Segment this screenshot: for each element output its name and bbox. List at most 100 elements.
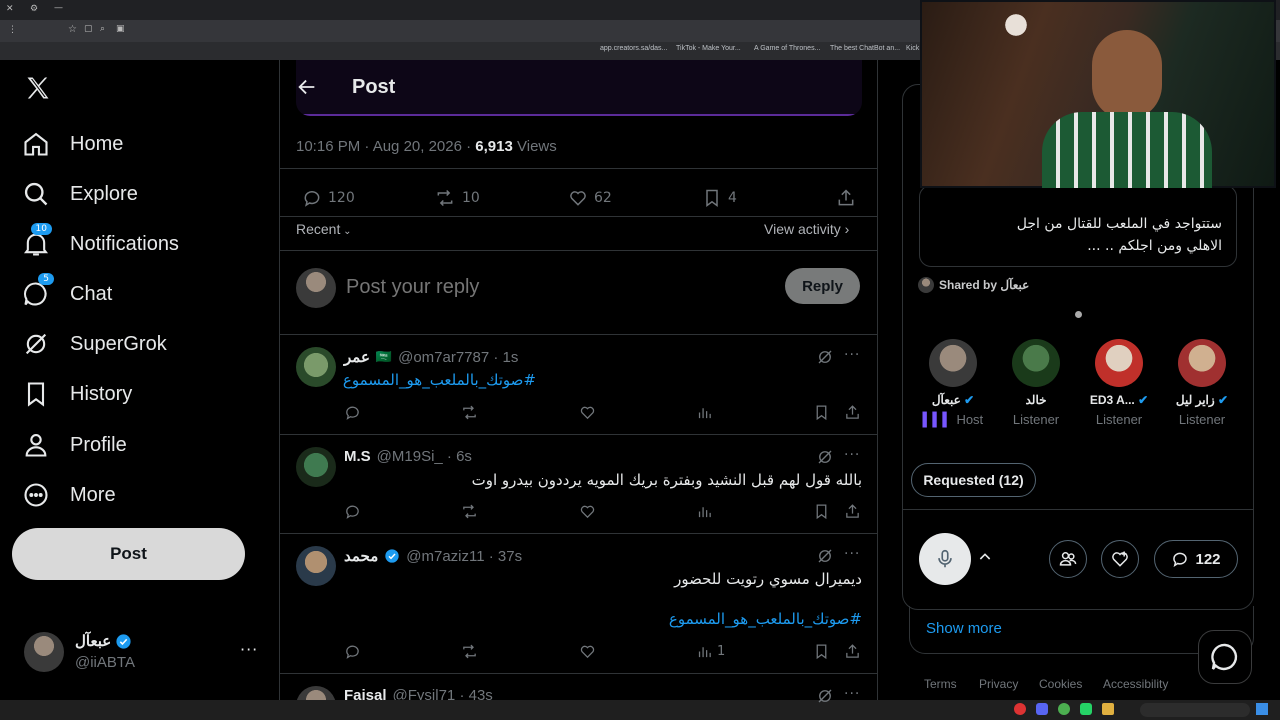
- extension-icon[interactable]: ▣: [116, 24, 125, 34]
- grok-chat-button[interactable]: [1198, 630, 1252, 684]
- share-icon[interactable]: [844, 643, 861, 660]
- repost-icon[interactable]: [461, 643, 478, 660]
- bookmark-item[interactable]: Kick: [906, 45, 919, 52]
- nav-home[interactable]: Home: [22, 124, 123, 164]
- bookmark-stat-button[interactable]: 4: [702, 188, 737, 208]
- analytics-icon[interactable]: [696, 404, 713, 421]
- footer-link-privacy[interactable]: Privacy: [979, 677, 1018, 691]
- view-activity-link[interactable]: View activity ›: [764, 221, 849, 237]
- more-dots-icon[interactable]: ···: [844, 447, 860, 463]
- react-button[interactable]: [1101, 540, 1139, 578]
- repost-icon[interactable]: [461, 404, 478, 421]
- app-icon[interactable]: [1036, 703, 1048, 715]
- reply-icon[interactable]: [344, 643, 361, 660]
- avatar: [24, 632, 64, 672]
- app-icon[interactable]: [1058, 703, 1070, 715]
- reply-author-name: محمد: [344, 548, 379, 565]
- speaker-name: عبعآل: [931, 393, 961, 407]
- bookmark-item[interactable]: TikTok - Make Your...: [676, 45, 741, 52]
- bookmark-icon[interactable]: [813, 503, 830, 520]
- table-row[interactable]: Faisal @Fysil71 · 43s: [280, 674, 877, 700]
- microphone-button[interactable]: [919, 533, 971, 585]
- people-button[interactable]: [1049, 540, 1087, 578]
- share-icon[interactable]: [844, 404, 861, 421]
- pinned-post-card[interactable]: ستتواجد في الملعب للقتال من اجل الاهلي و…: [919, 185, 1237, 267]
- close-tab-icon[interactable]: ✕: [6, 4, 14, 14]
- nav-notifications[interactable]: 10 Notifications: [22, 223, 179, 264]
- bookmark-item[interactable]: app.creators.sa/das...: [600, 45, 667, 52]
- nav-profile[interactable]: Profile: [22, 425, 127, 465]
- flag-icon: 🇸🇦: [375, 349, 393, 365]
- speaker-host[interactable]: عبعآل ✔ ▍▍▍ Host: [913, 339, 993, 428]
- analytics-icon[interactable]: [696, 643, 713, 660]
- heart-icon[interactable]: [579, 404, 596, 421]
- page-title: Post: [352, 76, 396, 98]
- app-icon[interactable]: [1014, 703, 1026, 715]
- like-stat-button[interactable]: 62: [568, 188, 612, 208]
- bookmark-icon[interactable]: [813, 404, 830, 421]
- tab-icon[interactable]: ▢: [84, 24, 93, 34]
- share-button[interactable]: [836, 188, 856, 208]
- menu-dots-icon[interactable]: ⋮: [8, 25, 17, 35]
- reply-icon[interactable]: [344, 404, 361, 421]
- taskbar-search[interactable]: [1140, 703, 1250, 717]
- comments-button[interactable]: 122: [1154, 540, 1238, 578]
- sort-dropdown[interactable]: Recent ⌄: [296, 221, 352, 237]
- reply-text[interactable]: #صوتك_بالملعب_هو_المسموع: [343, 371, 536, 389]
- repost-icon[interactable]: [461, 503, 478, 520]
- grok-icon: [22, 330, 50, 358]
- app-icon[interactable]: [1080, 703, 1092, 715]
- share-icon[interactable]: [844, 503, 861, 520]
- avatar: [296, 347, 336, 387]
- more-dots-icon[interactable]: ···: [844, 686, 860, 702]
- grok-icon[interactable]: [816, 448, 834, 466]
- footer-link-terms[interactable]: Terms: [924, 677, 957, 691]
- bookmark-item[interactable]: A Game of Thrones...: [754, 45, 820, 52]
- heart-icon[interactable]: [579, 503, 596, 520]
- chevron-up-icon[interactable]: [977, 549, 993, 565]
- like-count: 62: [594, 190, 612, 206]
- nav-chat[interactable]: 5 Chat: [22, 273, 112, 314]
- speaker-listener[interactable]: ED3 A... ✔ Listener: [1079, 339, 1159, 427]
- show-more-link[interactable]: Show more: [926, 620, 1002, 637]
- star-icon[interactable]: ☆: [68, 24, 77, 35]
- share-icon: [838, 189, 854, 206]
- microphone-icon: [938, 549, 952, 568]
- speaker-listener[interactable]: خالد Listener: [996, 339, 1076, 427]
- settings-icon[interactable]: ⚙: [30, 4, 38, 14]
- post-button[interactable]: Post: [12, 528, 245, 580]
- repost-stat-button[interactable]: 10: [434, 188, 480, 208]
- nav-more[interactable]: More: [22, 475, 116, 515]
- analytics-icon[interactable]: [696, 503, 713, 520]
- reply-stat-button[interactable]: 120: [302, 188, 355, 208]
- bookmark-icon[interactable]: [813, 643, 830, 660]
- more-dots-icon[interactable]: ···: [844, 347, 860, 363]
- windows-icon[interactable]: [1256, 703, 1268, 715]
- minimize-icon[interactable]: —: [54, 3, 63, 13]
- account-handle: @iiABTA: [75, 654, 135, 671]
- app-icon[interactable]: [1102, 703, 1114, 715]
- account-switcher[interactable]: عبعآل @iiABTA ···: [22, 630, 266, 674]
- grok-icon[interactable]: [816, 687, 834, 705]
- footer-link-accessibility[interactable]: Accessibility: [1103, 677, 1168, 691]
- nav-explore[interactable]: Explore: [22, 174, 138, 214]
- grok-icon[interactable]: [816, 348, 834, 366]
- footer-link-cookies[interactable]: Cookies: [1039, 677, 1082, 691]
- more-dots-icon[interactable]: ···: [844, 546, 860, 562]
- x-logo-icon[interactable]: [24, 74, 52, 102]
- requested-button[interactable]: Requested (12): [911, 463, 1036, 497]
- nav-history[interactable]: History: [22, 374, 132, 414]
- bookmark-item[interactable]: The best ChatBot an...: [830, 45, 900, 52]
- sort-label: Recent: [296, 221, 341, 237]
- search-icon[interactable]: ⌕: [100, 24, 105, 34]
- reply-hashtag[interactable]: #صوتك_بالملعب_هو_المسموع: [344, 610, 862, 628]
- grok-icon[interactable]: [816, 547, 834, 565]
- speaker-listener[interactable]: زاير ليل ✔ Listener: [1162, 339, 1242, 427]
- nav-supergrok[interactable]: SuperGrok: [22, 324, 167, 364]
- reply-icon[interactable]: [344, 503, 361, 520]
- heart-icon[interactable]: [579, 643, 596, 660]
- reply-button[interactable]: Reply: [785, 268, 860, 304]
- reply-input[interactable]: [346, 272, 746, 302]
- back-arrow-icon[interactable]: [296, 76, 318, 98]
- repost-icon: [437, 189, 453, 207]
